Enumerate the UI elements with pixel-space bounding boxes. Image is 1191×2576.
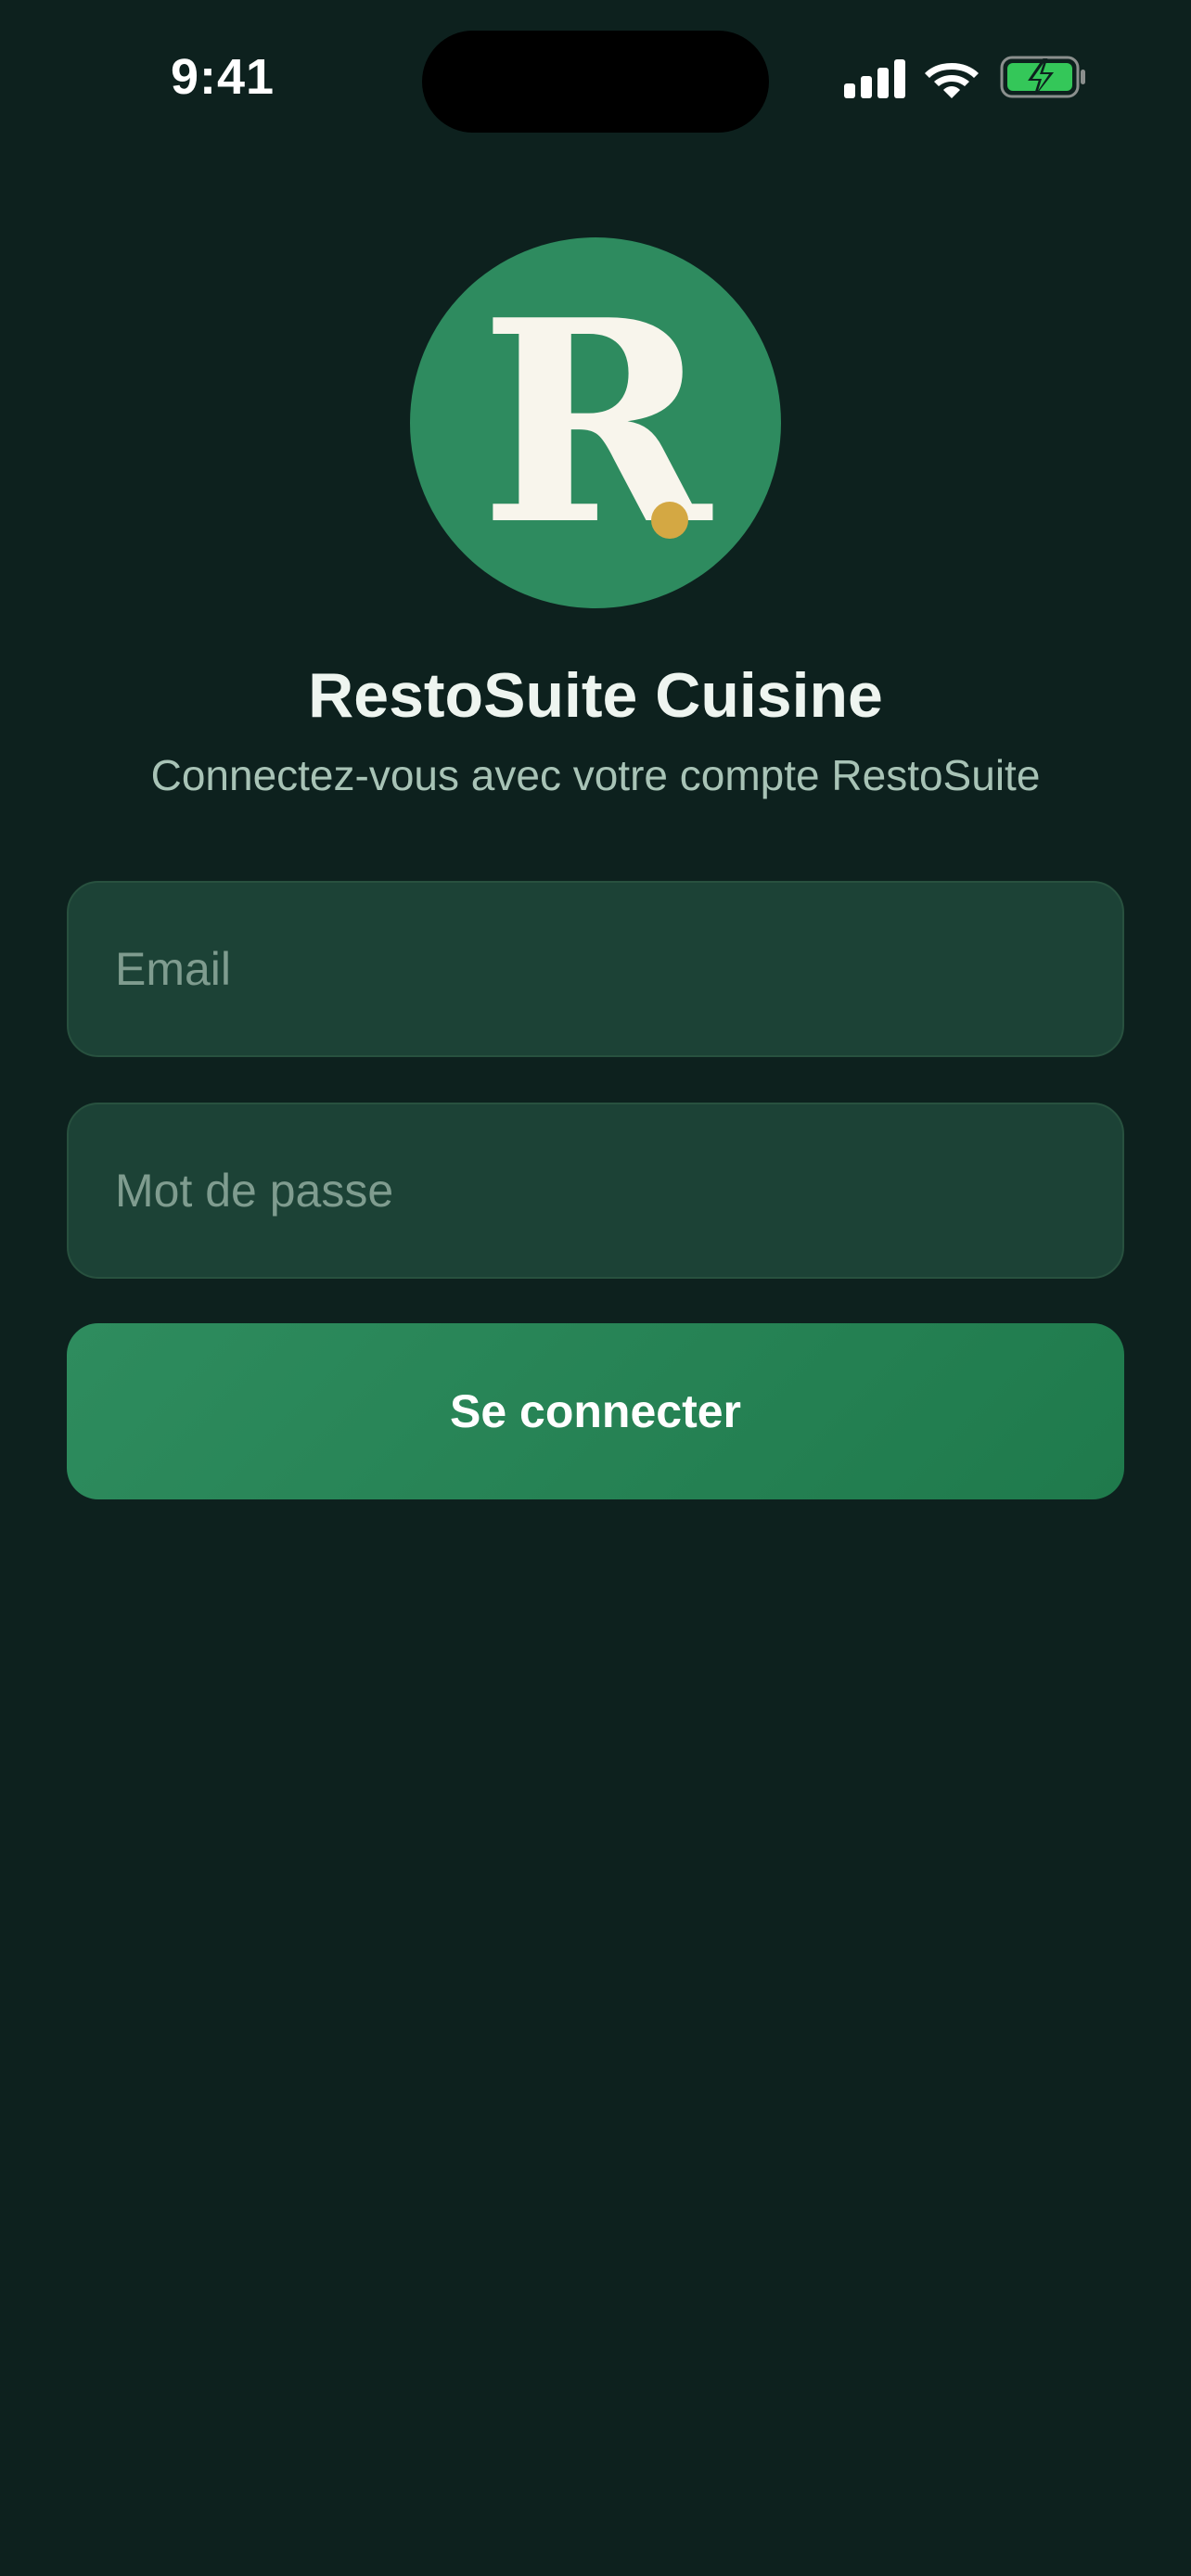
- logo-letter: R: [480, 259, 711, 586]
- app-logo: R: [410, 237, 781, 608]
- login-button[interactable]: Se connecter: [67, 1323, 1124, 1499]
- status-bar: 9:41: [0, 0, 1191, 133]
- signal-icon: [844, 59, 905, 98]
- dynamic-island: [422, 31, 769, 133]
- password-field[interactable]: [67, 1103, 1124, 1279]
- logo-dot: [651, 502, 688, 539]
- email-field[interactable]: [67, 881, 1124, 1057]
- wifi-icon: [925, 63, 979, 98]
- app-title: RestoSuite Cuisine: [308, 660, 883, 731]
- app-subtitle: Connectez-vous avec votre compte RestoSu…: [150, 751, 1041, 799]
- battery-charging-icon: [1000, 56, 1085, 98]
- status-time: 9:41: [171, 49, 275, 105]
